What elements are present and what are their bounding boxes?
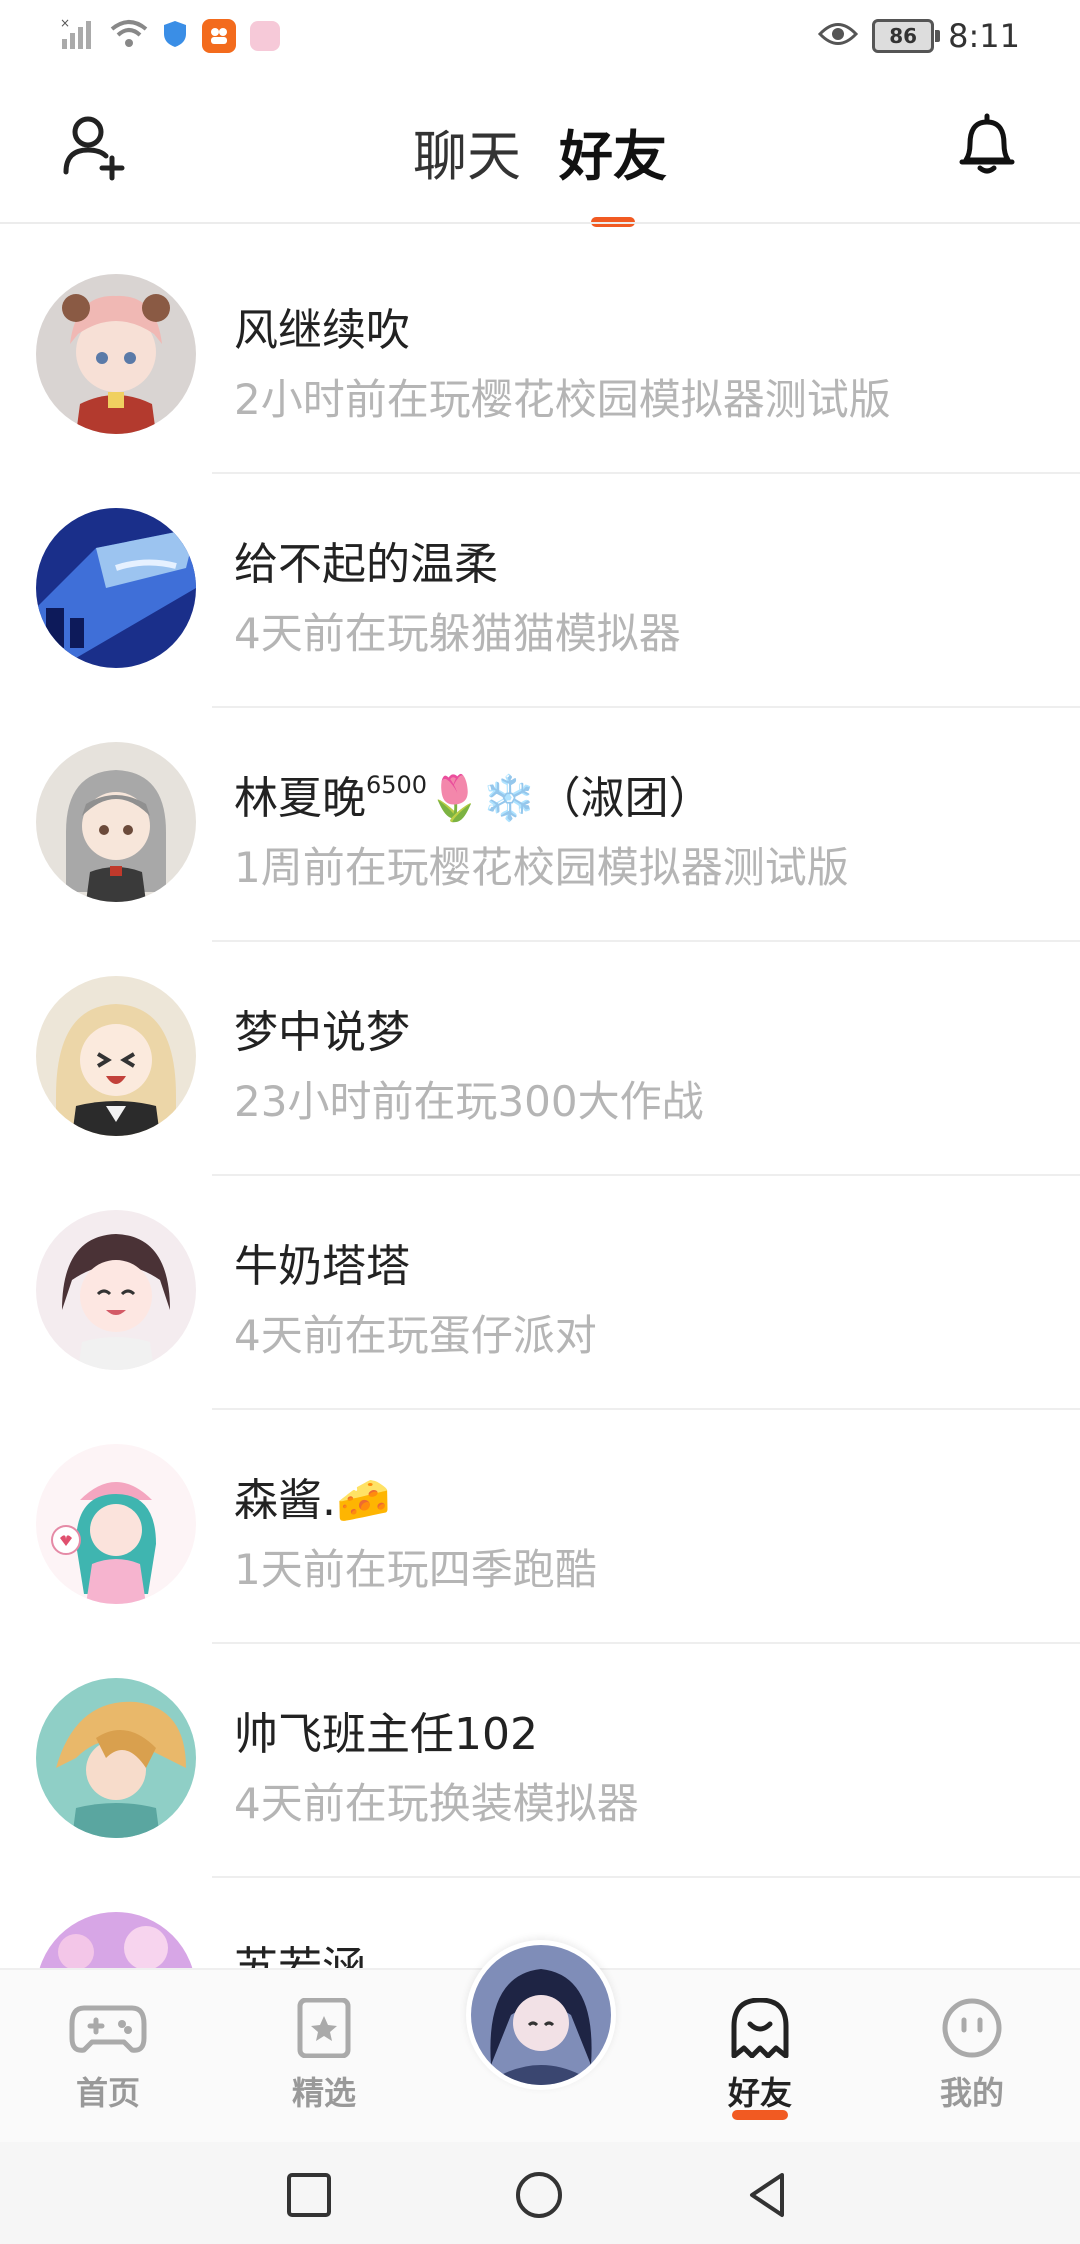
bell-icon [959, 113, 1015, 174]
gamepad-icon [69, 2005, 147, 2053]
friend-name: 梦中说梦 [234, 1007, 410, 1058]
friend-list[interactable]: 风继续吹 2小时前在玩樱花校园模拟器测试版 给不起的温柔 4天前在玩躲猫猫模拟器… [0, 240, 1080, 1970]
home-button[interactable] [514, 2170, 564, 2220]
nav-home[interactable]: 首页 [48, 1998, 168, 2114]
tab-friends[interactable]: 好友 [559, 112, 667, 227]
friend-status: 4天前在玩躲猫猫模拟器 [234, 609, 681, 658]
shield-icon [162, 19, 188, 53]
friend-row[interactable]: 帅飞班主任102 4天前在玩换装模拟器 [0, 1644, 1080, 1878]
friend-row[interactable]: 牛奶塔塔 4天前在玩蛋仔派对 [0, 1176, 1080, 1410]
friend-name: 帅飞班主任102 [234, 1709, 538, 1760]
avatar[interactable] [36, 976, 196, 1136]
status-bar: × 86 8:11 [0, 0, 1080, 72]
back-triangle-icon [750, 2173, 784, 2217]
svg-text:×: × [60, 17, 70, 30]
friend-status: 23小时前在玩300大作战 [234, 1077, 704, 1126]
nav-featured[interactable]: 精选 [264, 1997, 384, 2114]
back-button[interactable] [742, 2170, 792, 2220]
app-icon [202, 19, 236, 53]
nav-friends[interactable]: 好友 [700, 1997, 820, 2120]
friend-row[interactable]: 林夏晚6500🌷❄️（淑团） 1周前在玩樱花校园模拟器测试版 [0, 708, 1080, 942]
bookmark-star-icon [297, 1997, 351, 2059]
friend-status: 1周前在玩樱花校园模拟器测试版 [234, 843, 849, 892]
bottom-nav: 首页 精选 好友 我的 [0, 1940, 1080, 2144]
nav-profile[interactable]: 我的 [912, 1998, 1032, 2114]
notification-button[interactable] [952, 110, 1022, 180]
friend-row[interactable]: 风继续吹 2小时前在玩樱花校园模拟器测试版 [0, 240, 1080, 474]
top-header: 聊天 好友 [0, 72, 1080, 227]
avatar [471, 1945, 611, 2085]
friend-name: 森酱.🧀 [234, 1475, 391, 1526]
app-icon [250, 21, 280, 51]
nav-label: 我的 [939, 2074, 1004, 2112]
friend-name: 风继续吹 [234, 305, 410, 356]
avatar[interactable] [36, 1444, 196, 1604]
wifi-icon [110, 19, 148, 53]
clock: 8:11 [948, 17, 1020, 55]
recent-apps-button[interactable] [284, 2170, 334, 2220]
friend-name: 给不起的温柔 [234, 539, 498, 590]
avatar[interactable] [36, 274, 196, 434]
avatar[interactable] [36, 742, 196, 902]
tab-chat[interactable]: 聊天 [413, 112, 521, 191]
friend-name: 牛奶塔塔 [234, 1241, 410, 1292]
friend-row[interactable]: 给不起的温柔 4天前在玩躲猫猫模拟器 [0, 474, 1080, 708]
friend-row[interactable]: 梦中说梦 23小时前在玩300大作战 [0, 942, 1080, 1176]
friend-status: 4天前在玩换装模拟器 [234, 1779, 639, 1828]
friend-status: 1天前在玩四季跑酷 [234, 1545, 597, 1594]
tab-bar: 聊天 好友 [0, 112, 1080, 227]
avatar[interactable] [36, 1678, 196, 1838]
smiley-icon [942, 1998, 1002, 2058]
system-nav-bar [0, 2142, 1080, 2244]
circle-icon [516, 2172, 562, 2218]
friend-name: 林夏晚6500🌷❄️（淑团） [234, 771, 713, 824]
nav-label: 首页 [75, 2074, 140, 2112]
battery-indicator: 86 [872, 19, 941, 53]
header-divider [0, 222, 1080, 224]
avatar[interactable] [36, 508, 196, 668]
nav-label: 好友 [727, 2074, 792, 2112]
friend-name: 苏若涵 [234, 1943, 366, 1970]
avatar[interactable] [36, 1210, 196, 1370]
center-play-button[interactable] [466, 1940, 616, 2090]
signal-icon: × [60, 16, 96, 55]
avatar[interactable] [36, 1912, 196, 1970]
friend-status: 4天前在玩蛋仔派对 [234, 1311, 597, 1360]
square-icon [287, 2173, 331, 2217]
friend-status: 2小时前在玩樱花校园模拟器测试版 [234, 375, 891, 424]
eye-icon [818, 21, 859, 51]
friend-row[interactable]: 森酱.🧀 1天前在玩四季跑酷 [0, 1410, 1080, 1644]
ghost-icon [731, 1997, 789, 2059]
nav-label: 精选 [291, 2074, 356, 2112]
